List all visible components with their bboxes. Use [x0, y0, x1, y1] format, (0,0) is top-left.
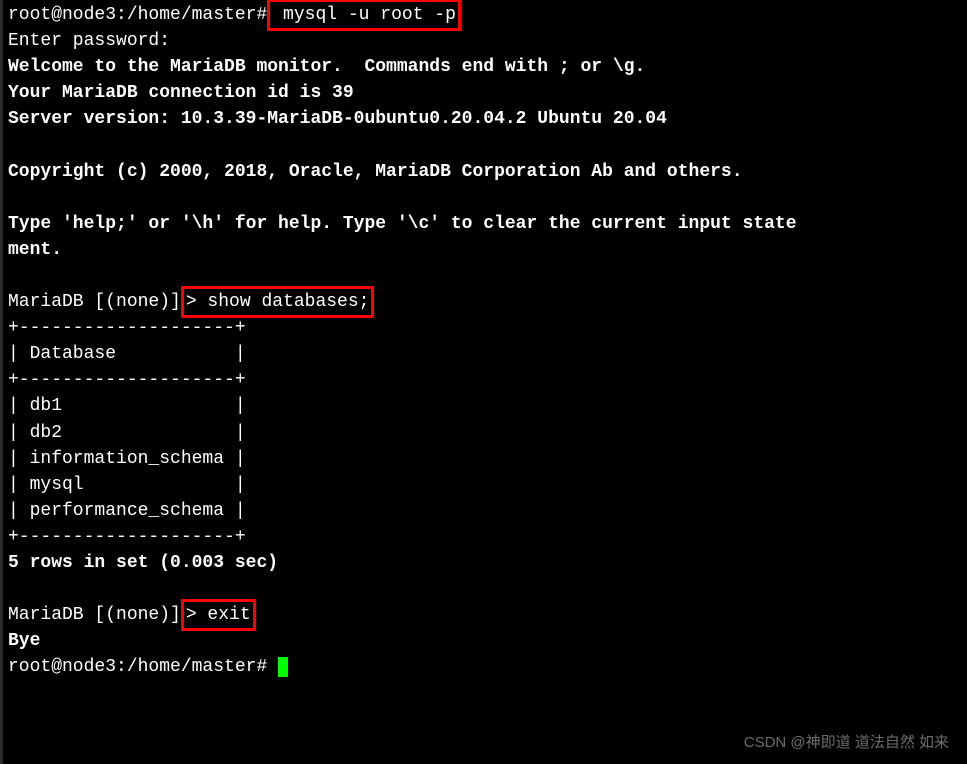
highlight-box-mysql-cmd: mysql -u root -p — [267, 0, 461, 31]
highlight-box-exit: > exit — [181, 599, 256, 631]
shell-prompt: root@node3:/home/master# — [8, 5, 267, 25]
csdn-watermark: CSDN @神即道 道法自然 如来 — [744, 732, 949, 754]
bye-line: Bye — [8, 631, 40, 651]
left-border — [0, 0, 3, 764]
shell-prompt-final: root@node3:/home/master# — [8, 657, 267, 677]
table-border-mid: +--------------------+ — [8, 370, 246, 390]
enter-password-line: Enter password: — [8, 31, 170, 51]
cursor-block — [278, 657, 288, 677]
table-row: | db2 | — [8, 423, 246, 443]
help-line-2: ment. — [8, 240, 62, 260]
mariadb-prompt: MariaDB [(none)] — [8, 292, 181, 312]
connection-id-line: Your MariaDB connection id is 39 — [8, 83, 354, 103]
server-version-line: Server version: 10.3.39-MariaDB-0ubuntu0… — [8, 109, 667, 129]
table-border-bottom: +--------------------+ — [8, 527, 246, 547]
mysql-login-command: mysql -u root -p — [272, 5, 456, 25]
help-line-1: Type 'help;' or '\h' for help. Type '\c'… — [8, 214, 797, 234]
show-databases-command: > show databases; — [186, 292, 370, 312]
highlight-box-show-databases: > show databases; — [181, 286, 375, 318]
table-row: | db1 | — [8, 396, 246, 416]
exit-command: > exit — [186, 605, 251, 625]
table-row: | information_schema | — [8, 449, 246, 469]
mariadb-prompt: MariaDB [(none)] — [8, 605, 181, 625]
table-border-top: +--------------------+ — [8, 318, 246, 338]
table-row: | performance_schema | — [8, 501, 246, 521]
rows-in-set: 5 rows in set (0.003 sec) — [8, 553, 278, 573]
table-row: | mysql | — [8, 475, 246, 495]
table-header: | Database | — [8, 344, 246, 364]
copyright-line: Copyright (c) 2000, 2018, Oracle, MariaD… — [8, 162, 743, 182]
terminal-output[interactable]: root@node3:/home/master# mysql -u root -… — [0, 0, 967, 682]
welcome-line: Welcome to the MariaDB monitor. Commands… — [8, 57, 645, 77]
